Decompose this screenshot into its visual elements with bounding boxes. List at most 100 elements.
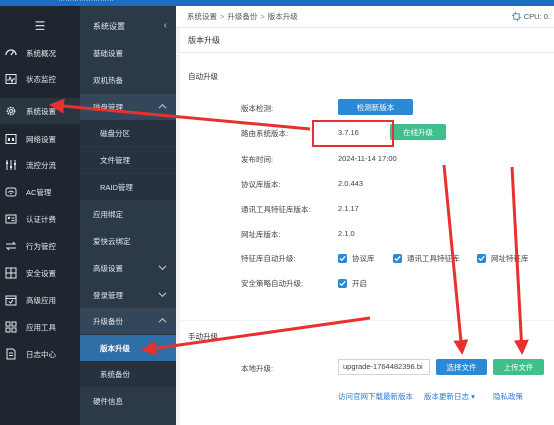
sidebar-item-behavior[interactable]: 行为管控 bbox=[0, 233, 80, 259]
submenu-item-advanced[interactable]: 高级设置 bbox=[80, 255, 176, 281]
privacy-policy-link[interactable]: 隐私政策 bbox=[493, 391, 523, 402]
upgrade-file-input[interactable]: upgrade-1764482396.bi bbox=[338, 359, 430, 375]
collapse-arrow-icon[interactable]: ‹ bbox=[164, 20, 167, 31]
brand-text: …………………… bbox=[58, 0, 114, 3]
submenu-item-label: 文件管理 bbox=[100, 155, 130, 165]
check-new-version-button[interactable]: 检测新版本 bbox=[338, 99, 413, 115]
submenu-item-system-backup[interactable]: 系统备份 bbox=[80, 361, 176, 387]
checkbox-checked-icon[interactable] bbox=[393, 254, 402, 263]
submenu-item-version-upgrade[interactable]: 版本升级 bbox=[80, 335, 176, 361]
submenu-item-label: 系统备份 bbox=[100, 369, 130, 379]
submenu-item-label: 磁盘分区 bbox=[100, 128, 130, 138]
submenu-item-raid[interactable]: RAID管理 bbox=[80, 174, 176, 200]
section-divider bbox=[180, 320, 554, 321]
apps-icon bbox=[4, 320, 18, 334]
sidebar-item-overview[interactable]: 系统概况 bbox=[0, 40, 80, 66]
submenu-item-cloud-bind[interactable]: 爱快云绑定 bbox=[80, 228, 176, 254]
submenu-item-basic[interactable]: 基础设置 bbox=[80, 40, 176, 66]
online-upgrade-button[interactable]: 在线升级 bbox=[390, 124, 446, 140]
sidebar-item-tools[interactable]: 应用工具 bbox=[0, 314, 80, 340]
sidebar-item-label: 行为管控 bbox=[26, 241, 56, 251]
submenu-item-label: 升级备份 bbox=[93, 316, 123, 326]
submenu-title: 系统设置 bbox=[93, 21, 125, 31]
breadcrumb-item: 版本升级 bbox=[267, 12, 298, 21]
pulse-icon bbox=[4, 72, 18, 86]
submenu-item-partition[interactable]: 磁盘分区 bbox=[80, 120, 176, 146]
breadcrumb-item[interactable]: 系统设置 bbox=[187, 11, 217, 22]
checkbox-label: 网址特征库 bbox=[491, 254, 529, 263]
system-version-value: 3.7.16 bbox=[338, 128, 359, 137]
network-icon bbox=[4, 132, 18, 146]
comm-tool-db-label: 通讯工具特征库版本: bbox=[241, 205, 311, 214]
submenu-header[interactable]: 系统设置 ‹ bbox=[80, 12, 176, 40]
breadcrumb: 系统设置 > 升级备份 > 版本升级 CPU: 0. bbox=[176, 6, 554, 28]
main-sidebar: ☰ 系统概况 状态监控 系统设置 网络设置 流控分流 AC管理 认证计费 行为管… bbox=[0, 6, 80, 425]
sidebar-item-network[interactable]: 网络设置 bbox=[0, 126, 80, 152]
submenu-item-ha[interactable]: 双机热备 bbox=[80, 67, 176, 93]
official-download-link[interactable]: 访问官网下载最新版本 bbox=[338, 391, 413, 402]
sidebar-item-label: 高级应用 bbox=[26, 295, 56, 305]
submenu-item-app-bind[interactable]: 应用绑定 bbox=[80, 201, 176, 227]
breadcrumb-separator: > bbox=[220, 12, 225, 21]
protocol-db-value: 2.0.443 bbox=[338, 179, 364, 188]
sidebar-item-advanced[interactable]: 高级应用 bbox=[0, 287, 80, 313]
submenu-item-login[interactable]: 登录管理 bbox=[80, 282, 176, 308]
chevron-down-icon bbox=[158, 265, 167, 271]
chevron-up-icon bbox=[158, 103, 167, 109]
auto-upgrade-section-title: 自动升级 bbox=[188, 72, 218, 81]
submenu-item-label: 登录管理 bbox=[93, 290, 123, 300]
upload-file-button[interactable]: 上传文件 bbox=[493, 359, 544, 375]
chevron-down-icon bbox=[158, 292, 167, 298]
sidebar-item-label: 安全设置 bbox=[26, 268, 56, 278]
title-divider bbox=[180, 52, 554, 53]
cpu-label: CPU: 0. bbox=[523, 12, 550, 21]
submenu-item-label: 爱快云绑定 bbox=[93, 236, 131, 246]
checkbox-checked-icon[interactable] bbox=[338, 279, 347, 288]
sidebar-item-system-settings[interactable]: 系统设置 bbox=[0, 98, 80, 124]
feature-auto-upgrade-label: 特征库自动升级: bbox=[241, 254, 296, 263]
url-db-checkbox[interactable]: 网址特征库 bbox=[477, 253, 529, 264]
calendar-icon bbox=[4, 293, 18, 307]
menu-toggle-icon[interactable]: ☰ bbox=[0, 12, 80, 40]
sidebar-item-monitor[interactable]: 状态监控 bbox=[0, 66, 80, 92]
checkbox-checked-icon[interactable] bbox=[477, 254, 486, 263]
sidebar-item-ac[interactable]: AC管理 bbox=[0, 179, 80, 205]
system-version-label: 路由系统版本: bbox=[241, 129, 289, 138]
sidebar-item-label: 日志中心 bbox=[26, 349, 56, 359]
url-db-label: 网址库版本: bbox=[241, 230, 281, 239]
sidebar-item-security[interactable]: 安全设置 bbox=[0, 260, 80, 286]
submenu-item-label: 硬件信息 bbox=[93, 396, 123, 406]
protocol-db-checkbox[interactable]: 协议库 bbox=[338, 253, 375, 264]
security-auto-checkbox[interactable]: 开启 bbox=[338, 278, 367, 289]
chevron-up-icon bbox=[158, 317, 167, 323]
sidebar-item-label: 应用工具 bbox=[26, 322, 56, 332]
breadcrumb-item[interactable]: 升级备份 bbox=[227, 11, 257, 22]
sidebar-item-label: 系统设置 bbox=[26, 106, 56, 116]
submenu-item-label: 应用绑定 bbox=[93, 209, 123, 219]
checkbox-label: 开启 bbox=[352, 279, 367, 288]
changelog-link[interactable]: 版本更新日志 ▾ bbox=[424, 391, 475, 402]
sliders-icon bbox=[4, 158, 18, 172]
sidebar-item-logs[interactable]: 日志中心 bbox=[0, 341, 80, 367]
page-title: 版本升级 bbox=[188, 36, 220, 45]
comm-tool-db-value: 2.1.17 bbox=[338, 204, 359, 213]
submenu-item-hardware[interactable]: 硬件信息 bbox=[80, 388, 176, 414]
submenu-item-upgrade-backup[interactable]: 升级备份 bbox=[80, 308, 176, 334]
select-file-button[interactable]: 选择文件 bbox=[436, 359, 487, 375]
submenu-item-label: RAID管理 bbox=[100, 182, 133, 192]
submenu-item-disk[interactable]: 磁盘管理 bbox=[80, 94, 176, 120]
chip-icon bbox=[511, 12, 521, 21]
breadcrumb-separator: > bbox=[260, 12, 265, 21]
grid-icon bbox=[4, 266, 18, 280]
sidebar-item-label: 认证计费 bbox=[26, 214, 56, 224]
submenu-item-files[interactable]: 文件管理 bbox=[80, 147, 176, 173]
exchange-icon bbox=[4, 239, 18, 253]
submenu-item-label: 双机热备 bbox=[93, 75, 123, 85]
sidebar-item-flow-control[interactable]: 流控分流 bbox=[0, 152, 80, 178]
submenu-item-label: 磁盘管理 bbox=[93, 102, 123, 112]
submenu-item-label: 高级设置 bbox=[93, 263, 123, 273]
comm-tool-db-checkbox[interactable]: 通讯工具特征库 bbox=[393, 253, 460, 264]
sidebar-item-auth[interactable]: 认证计费 bbox=[0, 206, 80, 232]
checkbox-checked-icon[interactable] bbox=[338, 254, 347, 263]
manual-upgrade-section-title: 手动升级 bbox=[188, 332, 218, 341]
